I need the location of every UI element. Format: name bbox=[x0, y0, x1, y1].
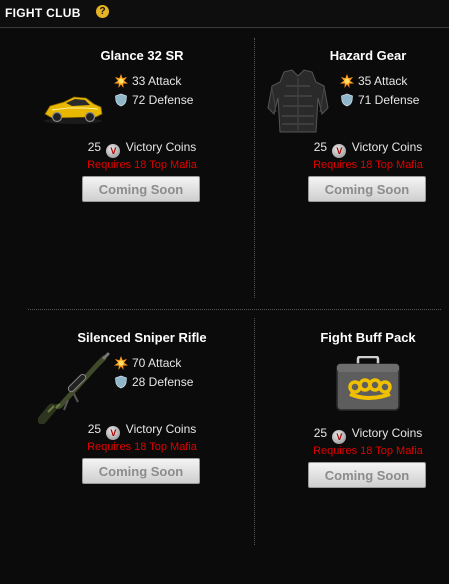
requirement-text: Requires 18 Top Mafia bbox=[313, 159, 423, 171]
price-amount: 25 bbox=[87, 140, 102, 154]
item-card-hazard-gear: Hazard Gear 35 Attack 71 Defense 25 V Vi… bbox=[256, 32, 449, 302]
coming-soon-button[interactable]: Coming Soon bbox=[308, 462, 426, 488]
price-line: 25 V Victory Coins bbox=[256, 426, 449, 444]
sniper-rifle-icon bbox=[37, 350, 110, 429]
help-icon[interactable]: ? bbox=[96, 5, 109, 18]
body-armor-icon bbox=[264, 68, 332, 145]
victory-coin-icon: V bbox=[106, 144, 121, 158]
column-divider bbox=[254, 318, 255, 545]
brass-knuckles-case-icon bbox=[336, 355, 400, 417]
price-currency: Victory Coins bbox=[351, 140, 423, 154]
defense-shield-icon bbox=[341, 93, 353, 107]
row-divider bbox=[28, 309, 441, 310]
coming-soon-button[interactable]: Coming Soon bbox=[82, 458, 200, 484]
defense-shield-icon bbox=[115, 93, 127, 107]
item-title: Hazard Gear bbox=[329, 48, 407, 63]
price-line: 25 V Victory Coins bbox=[30, 140, 254, 158]
requirement-text: Requires 18 Top Mafia bbox=[87, 159, 197, 171]
item-title: Fight Buff Pack bbox=[320, 330, 416, 345]
requirement-text: Requires 18 Top Mafia bbox=[87, 441, 197, 453]
price-currency: Victory Coins bbox=[125, 422, 197, 436]
price-currency: Victory Coins bbox=[125, 140, 197, 154]
item-title: Silenced Sniper Rifle bbox=[77, 330, 207, 345]
item-card-fight-buff-pack: Fight Buff Pack 25 V Victory Coins Requi… bbox=[256, 314, 449, 584]
sports-car-icon bbox=[42, 90, 104, 131]
item-title: Glance 32 SR bbox=[100, 48, 184, 63]
price-currency: Victory Coins bbox=[351, 426, 423, 440]
defense-shield-icon bbox=[115, 375, 127, 389]
item-card-silenced-sniper-rifle: Silenced Sniper Rifle 70 Attack 28 Defen… bbox=[30, 314, 254, 584]
price-line: 25 V Victory Coins bbox=[30, 422, 254, 440]
price-amount: 25 bbox=[87, 422, 102, 436]
price-amount: 25 bbox=[313, 140, 328, 154]
price-amount: 25 bbox=[313, 426, 328, 440]
attack-icon bbox=[114, 74, 128, 88]
price-line: 25 V Victory Coins bbox=[256, 140, 449, 158]
section-title: FIGHT CLUB bbox=[5, 6, 81, 20]
coming-soon-button[interactable]: Coming Soon bbox=[308, 176, 426, 202]
column-divider bbox=[254, 38, 255, 298]
attack-icon bbox=[114, 356, 128, 370]
attack-icon bbox=[340, 74, 354, 88]
section-header: FIGHT CLUB ? bbox=[0, 0, 449, 28]
victory-coin-icon: V bbox=[106, 426, 121, 440]
victory-coin-icon: V bbox=[332, 144, 347, 158]
coming-soon-button[interactable]: Coming Soon bbox=[82, 176, 200, 202]
requirement-text: Requires 18 Top Mafia bbox=[313, 445, 423, 457]
item-card-glance-32-sr: Glance 32 SR 33 Attack 72 Defense 25 V V… bbox=[30, 32, 254, 302]
victory-coin-icon: V bbox=[332, 430, 347, 444]
